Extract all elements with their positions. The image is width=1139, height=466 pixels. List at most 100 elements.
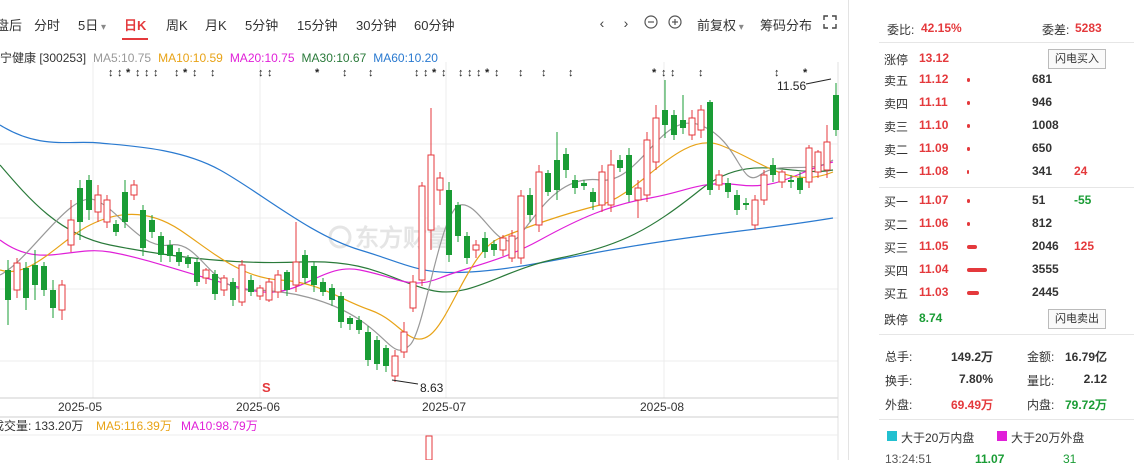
candle xyxy=(725,183,731,192)
kline-chart[interactable]: 东方财富 ↕ ↕ * ↕ ↕ ↕ ↕ * ↕ ↕ ↕ ↕ * ↕ ↕ ↕ ↕ * ↕ ↕ ↕ ↕ * ↕ ↕ ↕ ↕ * ↕ ↕ ↕ ↕ * 1… xyxy=(0,60,846,460)
candle xyxy=(805,147,813,183)
event-marker: ↕ xyxy=(458,67,464,79)
tab-daily-k[interactable]: 日K xyxy=(121,15,149,40)
tab-30min[interactable]: 30分钟 xyxy=(356,15,396,34)
candle xyxy=(130,184,138,196)
level-price: 11.07 xyxy=(919,193,949,207)
candle xyxy=(581,183,587,186)
event-marker: ↕ xyxy=(144,67,150,79)
inner-label: 内盘: xyxy=(1027,398,1055,412)
candle xyxy=(185,258,191,264)
candle xyxy=(284,272,290,290)
event-marker: * xyxy=(126,67,131,79)
flash-buy-button[interactable]: 闪电买入 xyxy=(1048,49,1106,69)
candle xyxy=(626,155,632,195)
event-marker: * xyxy=(432,67,437,79)
event-marker: ↕ xyxy=(210,67,216,79)
level-volume-bar xyxy=(967,101,970,105)
outer-value: 69.49万 xyxy=(950,398,993,412)
candle xyxy=(482,238,488,252)
high-annotation: 11.56 xyxy=(777,78,832,93)
candle xyxy=(527,195,533,215)
candle xyxy=(167,245,173,256)
date-label: 2025-06 xyxy=(236,400,280,414)
candle xyxy=(446,190,452,255)
tab-intraday[interactable]: 分时 xyxy=(34,15,60,34)
chart-toolbar: 盘后 分时 5日 日K 周K 月K 5分钟 15分钟 30分钟 60分钟 ‹ ›… xyxy=(0,0,846,46)
chip-distribution-button[interactable]: 筹码分布 xyxy=(760,15,812,34)
event-marker: ↕ xyxy=(467,67,473,79)
vol-ratio-value: 2.12 xyxy=(1083,372,1107,386)
ask-row[interactable]: 卖五 11.12 681 xyxy=(849,72,1139,92)
tab-monthly-k[interactable]: 月K xyxy=(205,15,227,34)
event-marker: ↕ xyxy=(267,67,273,79)
candle xyxy=(13,262,21,291)
event-marker: ↕ xyxy=(670,67,676,79)
candle xyxy=(499,237,507,251)
zoom-out-icon[interactable] xyxy=(643,15,659,31)
candle xyxy=(598,171,606,206)
level-price: 11.12 xyxy=(919,72,949,86)
candle xyxy=(320,282,326,292)
bid-row[interactable]: 买五 11.03 2445 xyxy=(849,285,1139,305)
chevron-right-icon[interactable]: › xyxy=(618,15,634,31)
tick-vol: 31 xyxy=(1063,452,1077,466)
level-label: 买二 xyxy=(884,218,909,232)
candle xyxy=(347,318,353,324)
event-marker: ↕ xyxy=(441,67,447,79)
bid-row[interactable]: 买三 11.05 2046 125 xyxy=(849,239,1139,259)
adjust-dropdown[interactable]: 前复权 xyxy=(697,15,744,34)
level-volume: 341 xyxy=(1032,164,1053,178)
flash-sell-button[interactable]: 闪电卖出 xyxy=(1048,309,1106,329)
outer-legend-label: 大于20万外盘 xyxy=(1011,431,1085,445)
candle xyxy=(662,110,668,125)
candle xyxy=(563,154,569,170)
level-label: 买一 xyxy=(884,195,909,209)
tab-after-hours[interactable]: 盘后 xyxy=(0,15,22,34)
level-volume-bar xyxy=(967,222,970,226)
zoom-in-icon[interactable] xyxy=(667,15,683,31)
level-price: 11.04 xyxy=(919,262,949,276)
candle xyxy=(265,281,273,301)
total-hands-label: 总手: xyxy=(885,350,913,364)
tab-5min[interactable]: 5分钟 xyxy=(245,15,278,34)
candle xyxy=(113,224,119,232)
ask-row[interactable]: 卖二 11.09 650 xyxy=(849,141,1139,161)
ask-row[interactable]: 卖一 11.08 341 24 xyxy=(849,164,1139,184)
level-change: 24 xyxy=(1074,164,1088,178)
ask-row[interactable]: 卖四 11.11 946 xyxy=(849,95,1139,115)
candle xyxy=(103,199,111,223)
candle xyxy=(140,210,146,248)
chevron-left-icon[interactable]: ‹ xyxy=(594,15,610,31)
tab-15min[interactable]: 15分钟 xyxy=(297,15,337,34)
event-marker: * xyxy=(652,67,657,79)
bid-row[interactable]: 买一 11.07 51 -55 xyxy=(849,193,1139,213)
candle xyxy=(472,244,480,251)
bid-row[interactable]: 买四 11.04 3555 xyxy=(849,262,1139,282)
weicha-label: 委差: xyxy=(1042,23,1070,37)
date-label: 2025-05 xyxy=(58,400,102,414)
low-annotation: 8.63 xyxy=(391,379,444,395)
tab-weekly-k[interactable]: 周K xyxy=(166,15,188,34)
candle xyxy=(122,192,128,222)
tick-price: 11.07 xyxy=(975,452,1005,466)
candle xyxy=(778,171,786,183)
bid-row[interactable]: 买二 11.06 812 xyxy=(849,216,1139,236)
candle xyxy=(220,277,228,291)
ask-row[interactable]: 卖三 11.10 1008 xyxy=(849,118,1139,138)
tab-60min[interactable]: 60分钟 xyxy=(414,15,454,34)
weicha-value: 5283 xyxy=(1075,21,1102,35)
event-marker: * xyxy=(183,67,188,79)
candle xyxy=(707,102,713,190)
tab-5day[interactable]: 5日 xyxy=(78,15,106,34)
level-volume: 3555 xyxy=(1032,262,1059,276)
candle xyxy=(517,195,525,259)
level-change: -55 xyxy=(1074,193,1092,207)
amount-label: 金额: xyxy=(1027,350,1055,364)
event-marker: ↕ xyxy=(135,67,141,79)
volume-ma10: MA10:98.79万 xyxy=(181,419,258,433)
fullscreen-icon[interactable] xyxy=(822,15,838,31)
candle xyxy=(383,348,389,366)
limit-down-label: 跌停 xyxy=(884,313,909,327)
candle xyxy=(149,220,155,232)
